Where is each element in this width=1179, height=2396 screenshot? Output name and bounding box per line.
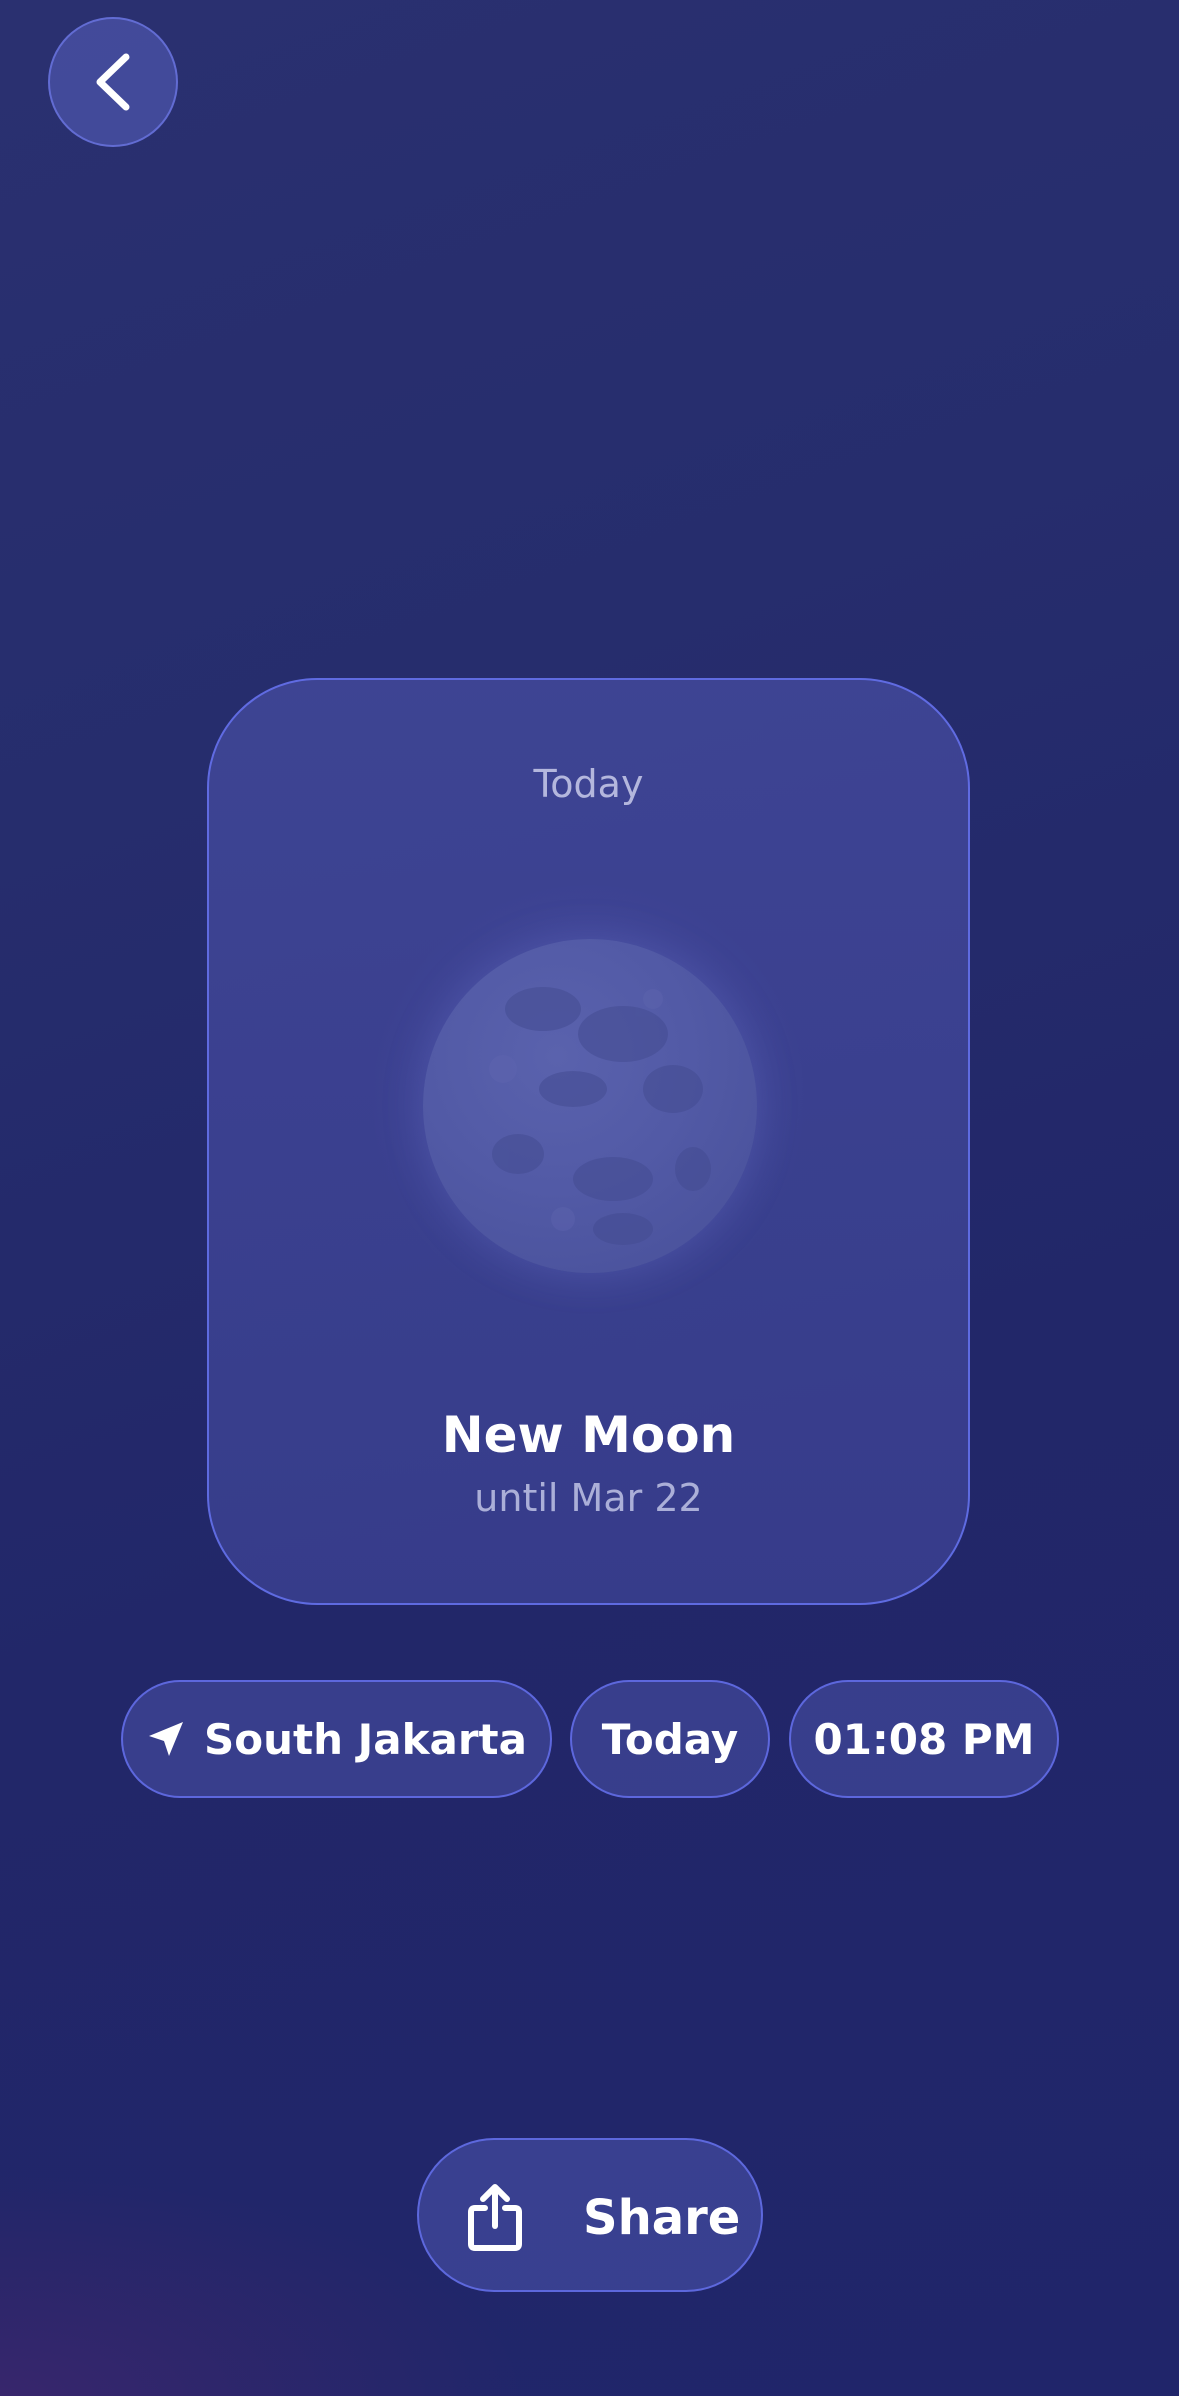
share-icon [465, 2182, 525, 2252]
location-chip[interactable]: South Jakarta [121, 1680, 552, 1798]
time-chip[interactable]: 01:08 PM [789, 1680, 1059, 1798]
chevron-left-icon [90, 51, 136, 113]
location-label: South Jakarta [204, 1714, 527, 1764]
share-label: Share [583, 2190, 741, 2246]
share-button[interactable]: Share [417, 2138, 763, 2292]
moon-phase-card: Today New Moon until Mar 22 [207, 678, 970, 1605]
back-button[interactable] [48, 17, 178, 147]
moon-phase-until: until Mar 22 [474, 1476, 703, 1520]
moon-image [423, 939, 757, 1273]
day-chip[interactable]: Today [570, 1680, 770, 1798]
card-date-label: Today [533, 762, 644, 806]
moon-phase-name: New Moon [441, 1406, 736, 1464]
location-arrow-icon [146, 1719, 186, 1759]
day-label: Today [601, 1714, 739, 1764]
time-label: 01:08 PM [813, 1714, 1035, 1764]
